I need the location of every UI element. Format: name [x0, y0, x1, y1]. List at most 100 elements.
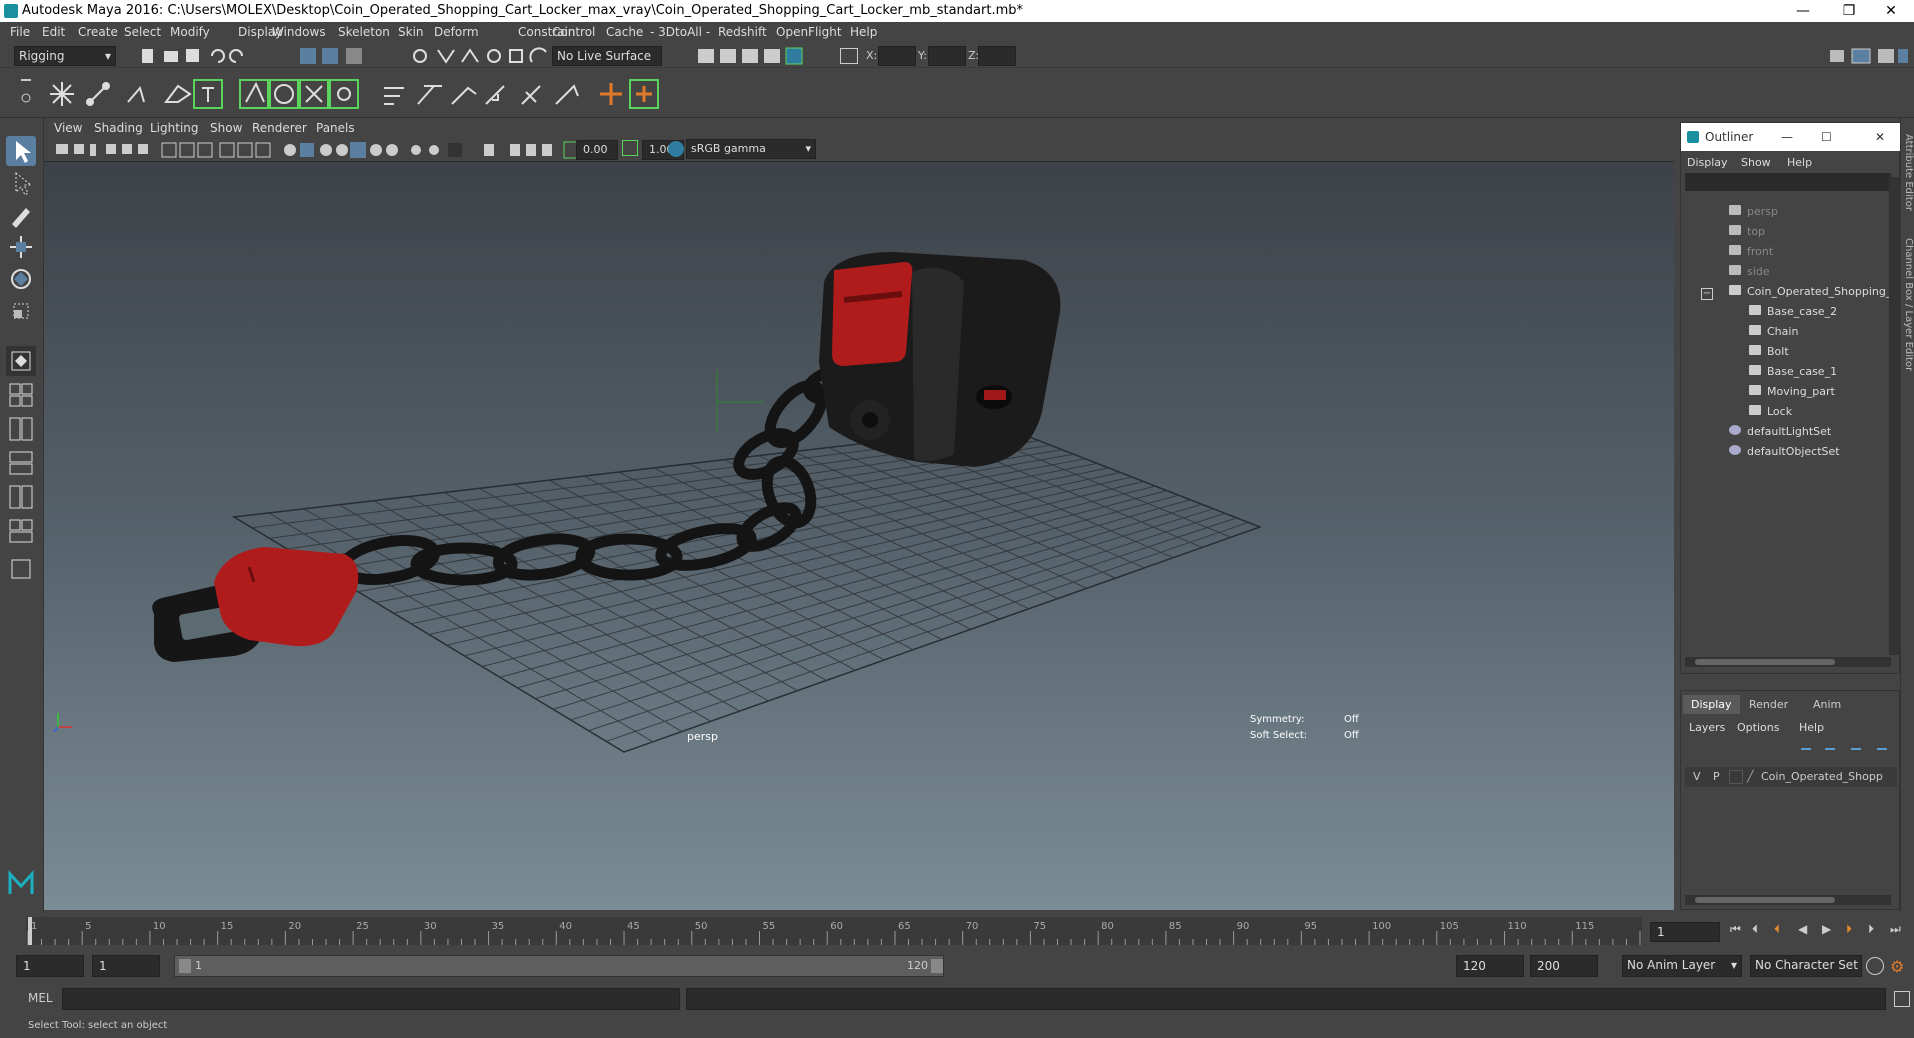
layer-menu-help[interactable]: Help — [1799, 721, 1824, 734]
persp-viewport[interactable]: persp Symmetry: Off Soft Select: Off — [44, 162, 1674, 910]
colorspace-dropdown[interactable]: sRGB gamma ▾ — [686, 139, 816, 159]
outliner-item[interactable]: Lock — [1749, 405, 1792, 418]
step-forward-key-icon[interactable]: ⏵ — [1868, 922, 1874, 937]
viewport-menu-shading[interactable]: Shading — [94, 121, 143, 135]
menu-cache[interactable]: Cache — [606, 25, 643, 39]
viewport-menu-view[interactable]: View — [54, 121, 82, 135]
maya-home-icon[interactable] — [6, 868, 36, 898]
snap-icons[interactable] — [410, 46, 550, 66]
layer-hscrollbar[interactable] — [1685, 895, 1891, 905]
layout-four-icon[interactable] — [6, 380, 36, 410]
viewport-menu-lighting[interactable]: Lighting — [150, 121, 199, 135]
outliner-search-field[interactable] — [1685, 173, 1891, 191]
command-input[interactable] — [62, 988, 680, 1010]
outliner-item[interactable]: Coin_Operated_Shopping_ — [1729, 285, 1891, 298]
start-time-field[interactable]: 1 — [16, 955, 84, 977]
layout-side-icon[interactable] — [6, 414, 36, 444]
layer-action-icons[interactable] — [1797, 741, 1897, 757]
layer-color-swatch[interactable] — [1729, 770, 1743, 784]
layout-outliner-icon[interactable] — [6, 516, 36, 546]
outliner-item[interactable]: persp — [1729, 205, 1778, 218]
layer-playback-toggle[interactable]: P — [1713, 770, 1720, 783]
layer-name[interactable]: Coin_Operated_Shopp — [1761, 770, 1883, 783]
go-to-end-icon[interactable]: ⏭ — [1890, 922, 1901, 937]
color-management-icon[interactable] — [668, 141, 684, 157]
close-button[interactable]: ✕ — [1868, 0, 1914, 22]
outliner-minimize-button[interactable]: — — [1781, 123, 1793, 151]
menu-file[interactable]: File — [10, 25, 30, 39]
anim-layer-dropdown[interactable]: No Anim Layer ▾ — [1622, 955, 1742, 977]
outliner-item[interactable]: Base_case_1 — [1749, 365, 1837, 378]
menu-deform[interactable]: Deform — [434, 25, 479, 39]
gamma-toggle-icon[interactable] — [622, 140, 638, 156]
current-time-indicator[interactable] — [28, 917, 32, 945]
menu-openflight[interactable]: OpenFlight — [776, 25, 842, 39]
viewport-menu-panels[interactable]: Panels — [316, 121, 355, 135]
menu-skin[interactable]: Skin — [398, 25, 424, 39]
outliner-item[interactable]: Chain — [1749, 325, 1798, 338]
layout-three-icon[interactable] — [6, 482, 36, 512]
viewport-menu-show[interactable]: Show — [210, 121, 242, 135]
end-time-field[interactable]: 200 — [1530, 955, 1598, 977]
preferences-icon[interactable]: ⚙ — [1890, 957, 1904, 976]
file-tools-icons[interactable] — [140, 46, 390, 66]
layer-row[interactable]: V P ╱ Coin_Operated_Shopp — [1685, 767, 1897, 787]
outliner-item[interactable]: Base_case_2 — [1749, 305, 1837, 318]
step-back-frame-icon[interactable]: ⏴ — [1774, 922, 1780, 937]
layer-tab-display[interactable]: Display — [1683, 695, 1740, 714]
paint-select-icon[interactable] — [6, 200, 36, 230]
select-tool-icon[interactable] — [6, 136, 36, 166]
outliner-item[interactable]: Bolt — [1749, 345, 1789, 358]
exposure-field[interactable]: 0.00 — [576, 140, 618, 160]
rotate-tool-icon[interactable] — [6, 264, 36, 294]
go-to-start-icon[interactable]: ⏮ — [1730, 922, 1741, 937]
outliner-hscrollbar[interactable] — [1685, 657, 1891, 667]
menu-help[interactable]: Help — [850, 25, 877, 39]
viewport-scene[interactable] — [44, 162, 1674, 910]
outliner-item[interactable]: front — [1729, 245, 1773, 258]
menu-set-dropdown[interactable]: Rigging ▾ — [14, 46, 116, 66]
play-backwards-icon[interactable]: ◀ — [1798, 922, 1807, 936]
menu-windows[interactable]: Windows — [272, 25, 326, 39]
menu-3dtoall[interactable]: - 3DtoAll - — [650, 25, 710, 39]
scroll-thumb[interactable] — [1695, 659, 1835, 665]
step-forward-frame-icon[interactable]: ⏵ — [1846, 922, 1852, 937]
render-icons[interactable] — [696, 46, 816, 66]
attribute-editor-tab[interactable]: Attribute Editor — [1903, 134, 1914, 211]
layout-single-icon[interactable] — [6, 346, 36, 376]
range-start-field[interactable]: 1 — [92, 955, 160, 977]
outliner-item[interactable]: defaultObjectSet — [1729, 445, 1840, 458]
script-editor-icon[interactable] — [1894, 991, 1910, 1007]
panel-toggle-icons[interactable] — [1826, 46, 1910, 66]
layout-stack-icon[interactable] — [6, 448, 36, 478]
scroll-thumb[interactable] — [1695, 897, 1835, 903]
outliner-menu-display[interactable]: Display — [1687, 156, 1728, 169]
outliner-item[interactable]: defaultLightSet — [1729, 425, 1831, 438]
step-back-key-icon[interactable]: ⏴ — [1752, 922, 1758, 937]
rigging-shelf-icons[interactable] — [44, 74, 684, 114]
auto-key-icon[interactable] — [1866, 957, 1884, 975]
layer-menu-layers[interactable]: Layers — [1689, 721, 1725, 734]
scale-tool-icon[interactable] — [6, 296, 36, 326]
character-set-dropdown[interactable]: No Character Set — [1750, 955, 1862, 977]
menu-create[interactable]: Create — [78, 25, 118, 39]
outliner-item[interactable]: side — [1729, 265, 1770, 278]
outliner-maximize-button[interactable]: ☐ — [1821, 123, 1832, 151]
menu-redshift[interactable]: Redshift — [718, 25, 767, 39]
play-forwards-icon[interactable]: ▶ — [1822, 922, 1831, 936]
layer-visibility-toggle[interactable]: V — [1693, 770, 1701, 783]
input-line-icon[interactable] — [840, 48, 858, 64]
y-field[interactable] — [928, 46, 966, 66]
menu-modify[interactable]: Modify — [170, 25, 210, 39]
range-handle-start[interactable] — [179, 959, 191, 973]
outliner-menu-help[interactable]: Help — [1787, 156, 1812, 169]
range-end-field[interactable]: 120 — [1456, 955, 1524, 977]
menu-control[interactable]: Control — [552, 25, 595, 39]
live-surface-field[interactable]: No Live Surface — [552, 46, 662, 66]
viewport-menu-renderer[interactable]: Renderer — [252, 121, 307, 135]
layer-tab-render[interactable]: Render — [1741, 695, 1796, 714]
time-slider[interactable]: 1 5 10 15 20 25 30 35 40 45 50 55 60 65 70 75 80 85 90 95 10… — [26, 917, 1662, 945]
menu-edit[interactable]: Edit — [42, 25, 65, 39]
x-field[interactable] — [878, 46, 916, 66]
channel-box-tab[interactable]: Channel Box / Layer Editor — [1903, 238, 1914, 371]
